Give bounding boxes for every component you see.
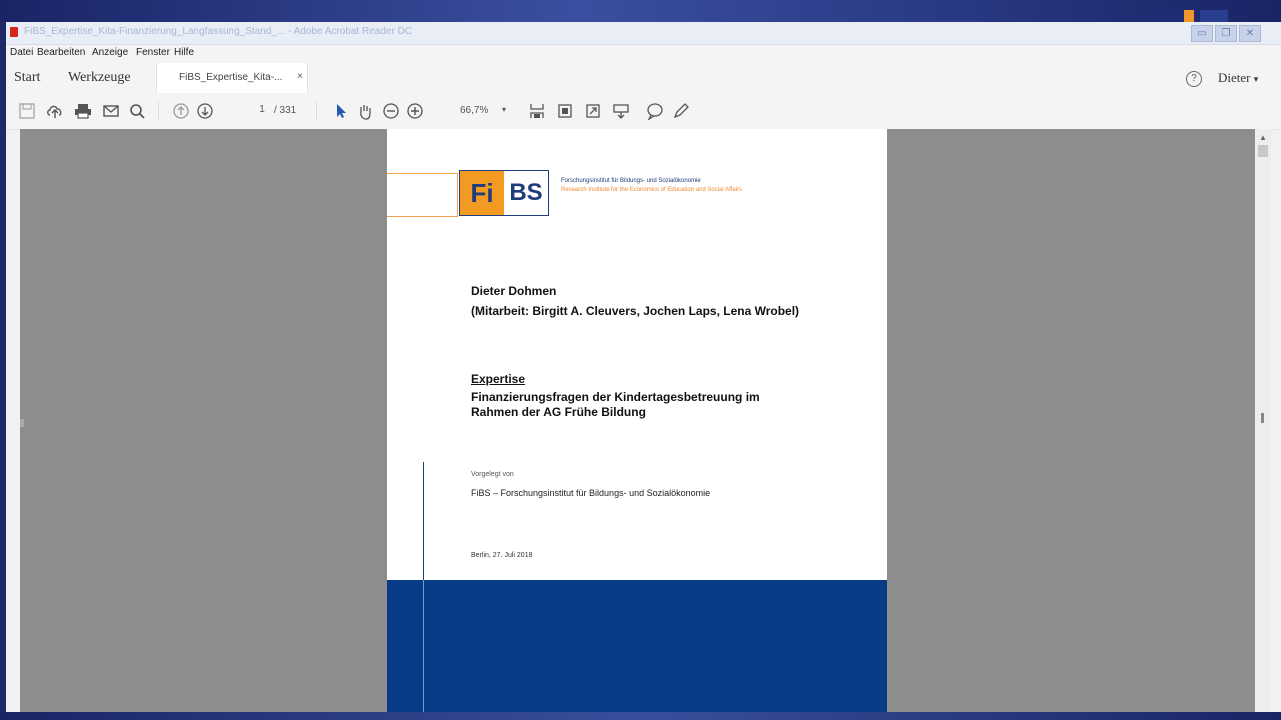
fibs-logo: Fi BS [459, 170, 549, 216]
toolbar: 1 / 331 66,7% ▾ [6, 93, 1281, 130]
menu-anzeige[interactable]: Anzeige [92, 47, 128, 58]
zoom-in-icon[interactable] [406, 102, 424, 120]
user-menu[interactable]: Dieter ▾ [1218, 70, 1258, 86]
fit-page-icon[interactable] [528, 102, 546, 120]
page-number-input[interactable]: 1 [254, 104, 270, 118]
tab-document[interactable]: FiBS_Expertise_Kita-... × [156, 63, 308, 93]
user-menu-arrow-icon: ▾ [1253, 74, 1259, 84]
hand-tool-icon[interactable] [356, 102, 374, 120]
tab-start[interactable]: Start [14, 70, 40, 86]
minimize-button[interactable]: ▭ [1191, 25, 1213, 42]
tab-document-label: FiBS_Expertise_Kita-... [179, 72, 283, 83]
form-field-outline [387, 173, 458, 217]
highlight-pen-icon[interactable] [672, 102, 690, 120]
document-date: Berlin, 27. Juli 2018 [471, 552, 533, 559]
institute-name-en: Research Institute for the Economics of … [561, 187, 742, 193]
comment-icon[interactable] [646, 102, 664, 120]
acrobat-window: FiBS_Expertise_Kita-Finanzierung_Langfas… [6, 22, 1281, 712]
tab-bar: Start Werkzeuge FiBS_Expertise_Kita-... … [6, 63, 1281, 93]
previous-page-icon[interactable] [172, 102, 190, 120]
close-tab-icon[interactable]: × [297, 71, 303, 82]
menu-hilfe[interactable]: Hilfe [174, 47, 194, 58]
search-icon[interactable] [128, 102, 146, 120]
select-cursor-icon[interactable] [332, 102, 350, 120]
institute-name-de: Forschungsinstitut für Bildungs- und Soz… [561, 178, 701, 184]
decorative-line [423, 580, 424, 712]
print-icon[interactable] [74, 102, 92, 120]
desktop-bottom-band [0, 712, 1281, 720]
presented-by-label: Vorgelegt von [471, 471, 514, 478]
zoom-dropdown-icon[interactable]: ▾ [502, 105, 506, 114]
scroll-up-icon[interactable]: ▲ [1259, 133, 1267, 142]
menu-bar: Datei Bearbeiten Anzeige Fenster Hilfe [6, 45, 1281, 63]
organization: FiBS – Forschungsinstitut für Bildungs- … [471, 488, 711, 498]
blue-footer-band [387, 580, 887, 712]
document-subtitle: Finanzierungsfragen der Kindertagesbetre… [471, 390, 760, 419]
help-icon[interactable]: ? [1186, 71, 1202, 87]
zoom-out-icon[interactable] [382, 102, 400, 120]
next-page-icon[interactable] [196, 102, 214, 120]
save-icon[interactable] [18, 102, 36, 120]
acrobat-icon [10, 27, 18, 37]
menu-bearbeiten[interactable]: Bearbeiten [37, 47, 85, 58]
pdf-page: Fi BS Forschungsinstitut für Bildungs- u… [387, 129, 887, 712]
document-viewer[interactable]: Fi BS Forschungsinstitut für Bildungs- u… [20, 129, 1255, 712]
expertise-heading: Expertise [471, 372, 526, 386]
close-window-button[interactable]: ✕ [1239, 25, 1261, 42]
menu-fenster[interactable]: Fenster [136, 47, 170, 58]
logo-bs: BS [509, 179, 543, 206]
scroll-thumb[interactable] [1258, 145, 1268, 157]
left-panel-handle[interactable] [20, 419, 24, 427]
desktop-top-band [0, 0, 1281, 22]
restore-button[interactable]: ❐ [1215, 25, 1237, 42]
window-title: FiBS_Expertise_Kita-Finanzierung_Langfas… [24, 26, 413, 37]
collaborators: (Mitarbeit: Birgitt A. Cleuvers, Jochen … [471, 304, 800, 318]
rotate-view-icon[interactable] [556, 102, 574, 120]
user-name: Dieter [1218, 70, 1251, 85]
taskbar-block [1156, 10, 1184, 22]
menu-datei[interactable]: Datei [10, 47, 33, 58]
page-total: / 331 [274, 105, 297, 116]
toolbar-divider [316, 102, 317, 120]
title-bar: FiBS_Expertise_Kita-Finanzierung_Langfas… [6, 22, 1281, 45]
logo-fi: Fi [460, 171, 504, 215]
tab-tools[interactable]: Werkzeuge [68, 70, 131, 86]
toolbar-divider [158, 102, 159, 120]
full-screen-icon[interactable] [584, 102, 602, 120]
author: Dieter Dohmen [471, 284, 557, 298]
taskbar-block-orange [1184, 10, 1194, 22]
zoom-level[interactable]: 66,7% [460, 105, 488, 116]
scroll-marker [1261, 413, 1264, 423]
vertical-scrollbar[interactable]: ▲ [1255, 129, 1271, 712]
mail-icon[interactable] [102, 102, 120, 120]
read-mode-icon[interactable] [612, 102, 630, 120]
taskbar-block [1200, 10, 1228, 22]
upload-cloud-icon[interactable] [46, 102, 64, 120]
